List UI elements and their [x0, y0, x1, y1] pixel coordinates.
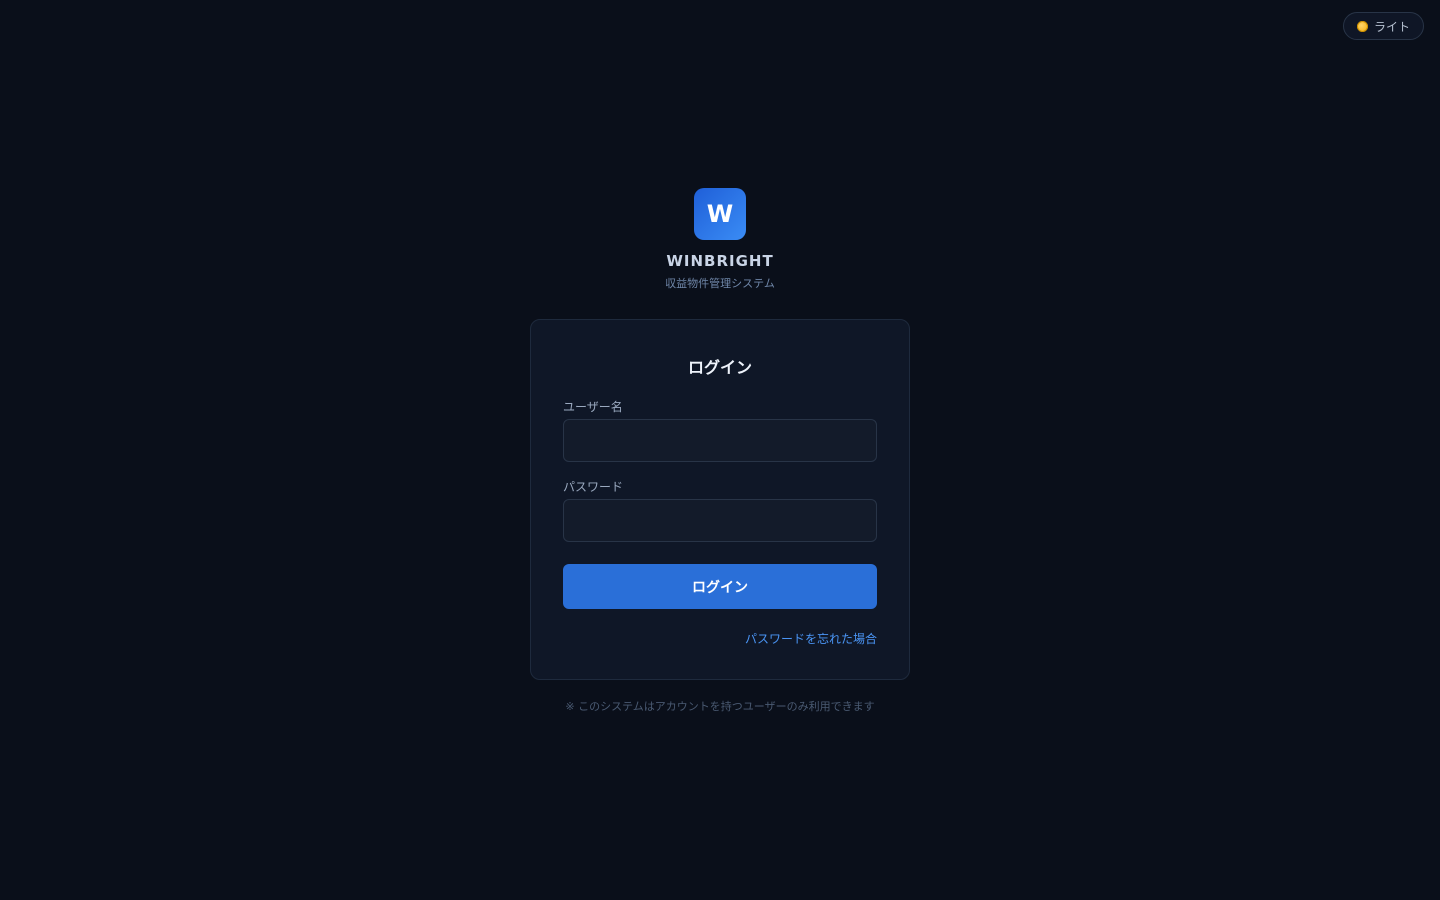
login-title: ログイン	[687, 358, 752, 377]
app-name: WINBRIGHT	[666, 252, 774, 270]
login-button[interactable]: ログイン	[563, 564, 877, 609]
password-label: パスワード	[563, 480, 624, 494]
app-logo: W	[694, 188, 746, 240]
logo-letter: W	[706, 200, 734, 228]
theme-toggle-label: ライト	[1373, 19, 1410, 34]
sun-icon	[1356, 20, 1368, 32]
username-label: ユーザー名	[563, 400, 623, 414]
app-subtitle: 収益物件管理システム	[665, 277, 775, 290]
access-notice: ※ このシステムはアカウントを持つユーザーのみ利用できます	[565, 700, 875, 713]
login-card: ログイン ユーザー名 パスワード ログイン パスワードを忘れた場合	[530, 319, 910, 680]
forgot-password-link[interactable]: パスワードを忘れた場合	[745, 630, 877, 647]
theme-toggle-button[interactable]: ライト	[1343, 12, 1424, 40]
brand-header: W WINBRIGHT 収益物件管理システム	[0, 188, 1440, 291]
username-input[interactable]	[563, 419, 877, 462]
password-input[interactable]	[563, 499, 877, 542]
